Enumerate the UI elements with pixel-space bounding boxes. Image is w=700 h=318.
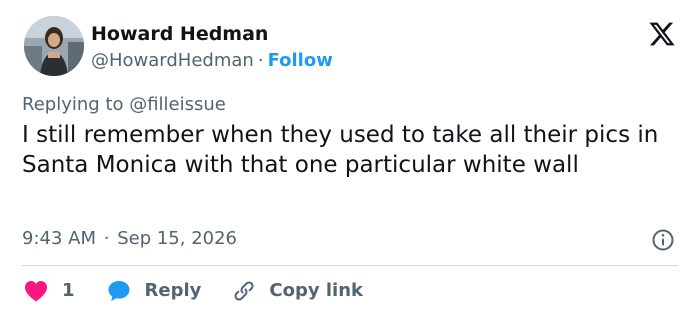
avatar[interactable]	[24, 16, 84, 76]
avatar-photo	[24, 16, 84, 76]
handle-separator: ·	[257, 50, 264, 71]
x-logo-icon[interactable]	[648, 20, 676, 48]
speech-bubble-icon	[108, 281, 130, 301]
action-bar: 1 Reply Copy link	[24, 276, 363, 306]
copy-link-label: Copy link	[269, 280, 363, 301]
timestamp-separator: ·	[103, 228, 110, 249]
info-icon[interactable]	[651, 228, 675, 252]
reply-label: Reply	[144, 280, 202, 301]
reply-button[interactable]: Reply	[107, 279, 202, 303]
tweet-time[interactable]: 9:43 AM	[22, 228, 96, 249]
link-icon	[234, 281, 254, 301]
author-handle[interactable]: @HowardHedman	[91, 50, 254, 71]
copy-link-button[interactable]: Copy link	[231, 279, 363, 303]
follow-button[interactable]: Follow	[268, 50, 333, 71]
tweet-text: I still remember when they used to take …	[22, 122, 659, 178]
replying-to: Replying to @filleissue	[22, 94, 226, 115]
author-handle-line: @HowardHedman · Follow	[91, 49, 333, 73]
like-button[interactable]: 1	[24, 280, 75, 302]
like-count: 1	[62, 280, 75, 301]
author-name[interactable]: Howard Hedman	[91, 22, 268, 46]
divider	[22, 265, 678, 266]
tweet-date[interactable]: Sep 15, 2026	[117, 228, 237, 249]
heart-icon	[25, 281, 47, 302]
tweet-header: Howard Hedman @HowardHedman · Follow	[24, 14, 676, 78]
tweet-timestamp[interactable]: 9:43 AM · Sep 15, 2026	[22, 228, 237, 250]
